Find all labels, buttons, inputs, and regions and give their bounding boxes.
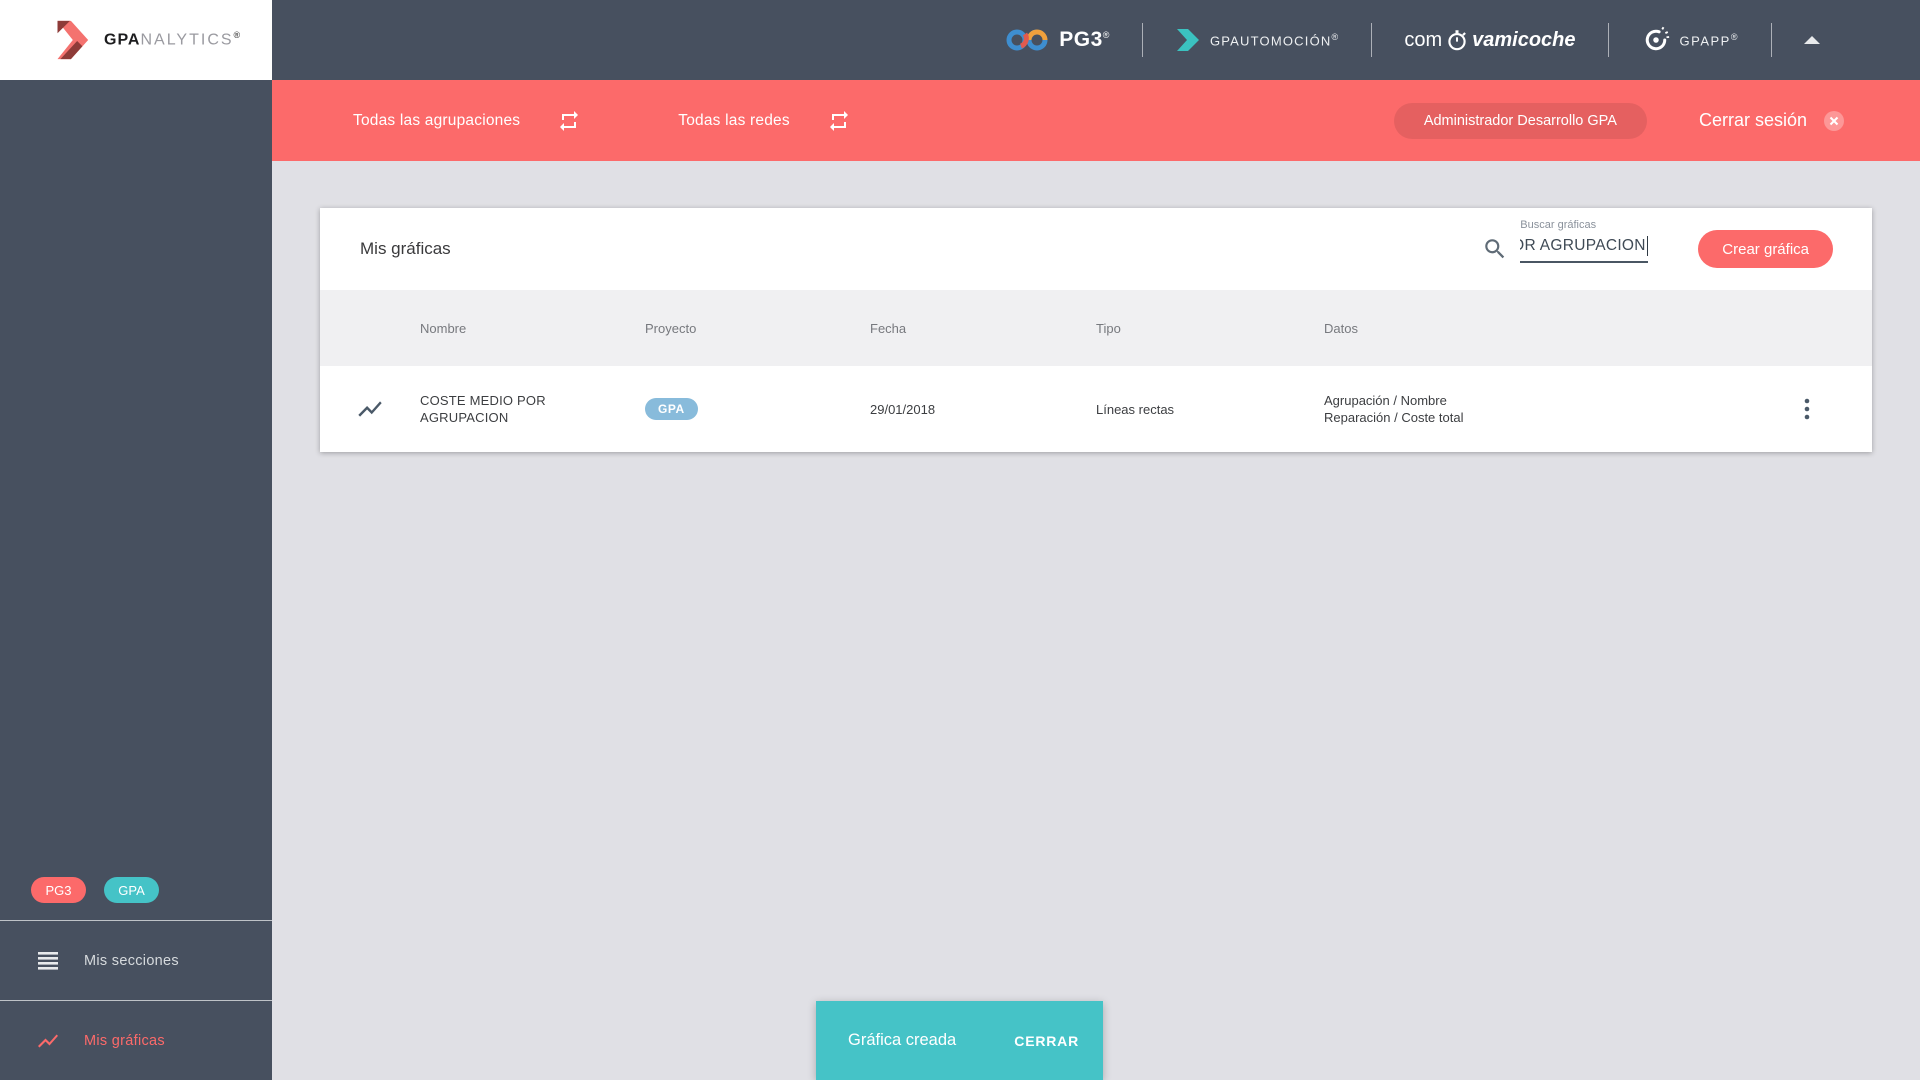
row-date: 29/01/2018 (870, 401, 936, 417)
search-input-label: Buscar gráficas (1520, 218, 1597, 231)
gpautomocion-logo[interactable]: GPAUTOMOCIÓN® (1175, 27, 1339, 53)
logo-text-bold: GPA (104, 31, 141, 49)
stopwatch-icon (1448, 30, 1467, 51)
search-input-value: OR AGRUPACION (1520, 235, 1649, 256)
pg3-reg: ® (1102, 30, 1110, 40)
topbar-divider (1607, 23, 1609, 57)
filter-bar: Todas las agrupaciones Todas las redes A… (272, 80, 1920, 161)
row-actions-menu-button[interactable] (1798, 396, 1816, 422)
pg3-badge[interactable]: PG3 (31, 877, 86, 903)
wrench-circle-icon (1645, 26, 1669, 51)
swap-icon (829, 110, 848, 131)
sidebar-bottom: PG3 GPA Mis secciones Mis gráficas (0, 877, 272, 1080)
sidebar-item-label: Mis secciones (84, 952, 179, 969)
search-icon-button[interactable] (1482, 236, 1508, 262)
agrupaciones-filter-label[interactable]: Todas las agrupaciones (353, 112, 520, 130)
row-data-cell: Agrupación / Nombre Reparación / Coste t… (1324, 392, 1762, 426)
charts-card: Mis gráficas Buscar gráficas OR AGRUPACI… (320, 208, 1872, 452)
logo-reg: ® (233, 30, 242, 41)
sidebar-item-label: Mis gráficas (84, 1032, 165, 1049)
toast-message: Gráfica creada (848, 1031, 957, 1049)
swap-redes-button[interactable] (827, 109, 851, 133)
column-header-tipo: Tipo (1096, 320, 1121, 336)
column-header-fecha: Fecha (870, 320, 907, 336)
kebab-menu-icon (1804, 398, 1810, 420)
logo-text-light: NALYTICS (140, 31, 234, 49)
toast-notification: Gráfica creada CERRAR (816, 1001, 1103, 1080)
row-data-line: Agrupación / Nombre (1324, 393, 1447, 408)
topbar-divider (1371, 23, 1373, 57)
gpa-analytics-logo-icon (57, 20, 89, 60)
gpautomocion-label: GPAUTOMOCIÓN® (1209, 31, 1340, 49)
comprovamicoche-logo[interactable]: com vamicoche (1404, 27, 1575, 53)
menu-icon (38, 951, 58, 970)
redes-filter-label[interactable]: Todas las redes (678, 112, 790, 130)
chart-line-icon (38, 1034, 58, 1047)
current-user-badge: Administrador Desarrollo GPA (1393, 102, 1647, 139)
project-badge: GPA (645, 398, 698, 420)
logout-button[interactable]: Cerrar sesión (1699, 110, 1807, 131)
toast-close-button[interactable]: CERRAR (1006, 1027, 1087, 1055)
table-header: Nombre Proyecto Fecha Tipo Datos (320, 290, 1872, 366)
app-logo[interactable]: GPANALYTICS® (0, 0, 272, 80)
row-name: COSTE MEDIO POR AGRUPACION (420, 393, 546, 425)
comprovamicoche-suffix: vamicoche (1472, 28, 1576, 51)
topbar-divider (1771, 23, 1772, 57)
card-header: Mis gráficas Buscar gráficas OR AGRUPACI… (320, 208, 1872, 290)
gpapp-logo[interactable]: GPAPP® (1641, 25, 1739, 55)
topbar-divider (1141, 23, 1143, 57)
row-project-cell: GPA (645, 398, 870, 420)
sidebar-item-mis-secciones[interactable]: Mis secciones (0, 920, 272, 1000)
gpapp-label: GPAPP® (1679, 31, 1739, 49)
row-chart-type-icon (356, 395, 384, 423)
gpautomocion-reg: ® (1331, 31, 1340, 42)
chart-line-icon (358, 401, 382, 417)
column-header-proyecto: Proyecto (645, 320, 697, 336)
search-icon (1485, 239, 1505, 259)
sidebar: GPANALYTICS® PG3 GPA Mis secciones Mis g… (0, 0, 272, 1080)
topbar: PG3® GPAUTOMOCIÓN® com vamicoche GPAPP® (272, 0, 1920, 80)
gpapp-reg: ® (1730, 31, 1739, 42)
close-circle-icon (1824, 110, 1844, 131)
create-chart-button[interactable]: Crear gráfica (1698, 230, 1833, 268)
page-title: Mis gráficas (360, 239, 451, 258)
logout-x-button[interactable] (1823, 110, 1845, 132)
column-header-nombre: Nombre (420, 320, 467, 336)
logo-text: GPANALYTICS® (104, 30, 241, 49)
pg3-logo[interactable]: PG3® (1005, 26, 1110, 54)
sidebar-badges: PG3 GPA (0, 877, 272, 920)
search-input[interactable]: Buscar gráficas OR AGRUPACION (1520, 219, 1649, 263)
table-row[interactable]: COSTE MEDIO POR AGRUPACION GPA 29/01/201… (320, 366, 1872, 452)
pg3-label: PG3® (1059, 28, 1110, 51)
gpautomocion-arrow-icon (1176, 29, 1199, 51)
row-type: Líneas rectas (1096, 401, 1175, 417)
sidebar-item-mis-graficas[interactable]: Mis gráficas (0, 1000, 272, 1080)
collapse-topbar-arrow-icon[interactable] (1804, 36, 1820, 44)
text-cursor (1646, 235, 1649, 256)
comprovamicoche-prefix: com (1404, 28, 1443, 51)
current-user-label: Administrador Desarrollo GPA (1423, 112, 1617, 129)
column-header-datos: Datos (1324, 320, 1358, 336)
pg3-infinity-icon (1006, 29, 1048, 51)
gpa-badge[interactable]: GPA (104, 877, 159, 903)
row-data-line: Reparación / Coste total (1324, 410, 1464, 425)
swap-agrupaciones-button[interactable] (557, 109, 581, 133)
swap-icon (560, 110, 579, 131)
